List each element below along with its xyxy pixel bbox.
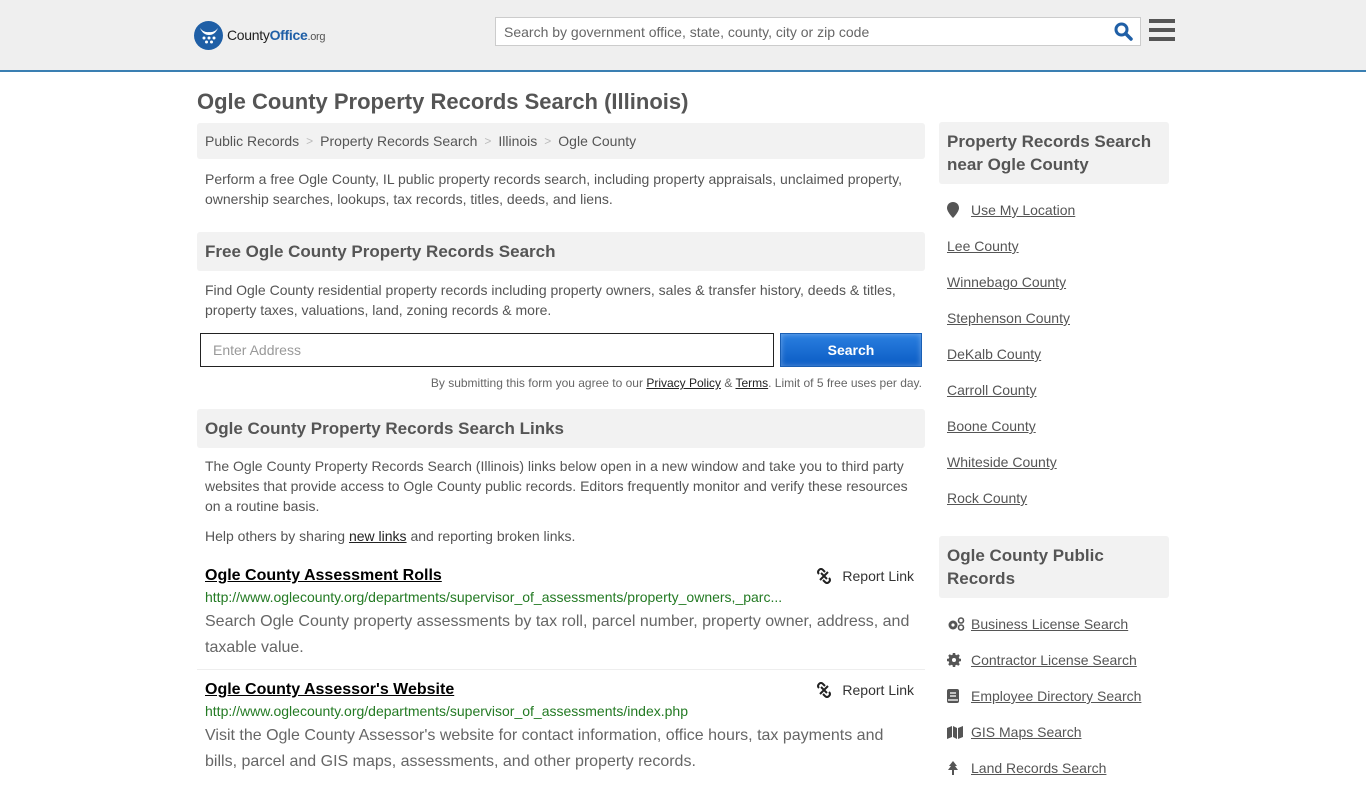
breadcrumb-separator: > <box>544 134 552 148</box>
site-search-input[interactable] <box>496 18 1106 45</box>
county-link-rock[interactable]: Rock County <box>947 490 1027 506</box>
public-record-item: GIS Maps Search <box>947 714 1161 750</box>
nearby-county-item: Stephenson County <box>947 300 1161 336</box>
nearby-county-item: Lee County <box>947 228 1161 264</box>
hamburger-menu-icon[interactable] <box>1149 19 1175 43</box>
privacy-policy-link[interactable]: Privacy Policy <box>646 376 721 390</box>
report-link-button[interactable]: Report Link <box>816 682 917 698</box>
resource-link-title[interactable]: Ogle County Assessment Rolls <box>205 567 442 585</box>
logo-text-org: .org <box>307 31 326 43</box>
free-search-heading: Free Ogle County Property Records Search <box>197 232 925 271</box>
breadcrumb-illinois[interactable]: Illinois <box>498 133 537 149</box>
intro-text: Perform a free Ogle County, IL public pr… <box>205 171 902 207</box>
nearby-county-item: Whiteside County <box>947 444 1161 480</box>
address-search-form: Search <box>197 333 925 367</box>
breadcrumb-separator: > <box>484 134 492 148</box>
breadcrumb-property-records-search[interactable]: Property Records Search <box>320 133 477 149</box>
site-search-button[interactable] <box>1106 18 1140 45</box>
use-my-location-link[interactable]: Use My Location <box>971 202 1075 218</box>
nearby-heading: Property Records Search near Ogle County <box>939 122 1169 184</box>
nearby-county-item: Winnebago County <box>947 264 1161 300</box>
report-link-button[interactable]: Report Link <box>816 568 917 584</box>
county-link-winnebago[interactable]: Winnebago County <box>947 274 1066 290</box>
breadcrumb-separator: > <box>306 134 314 148</box>
main-content: Ogle County Property Records Search (Ill… <box>197 72 925 775</box>
terms-prefix: By submitting this form you agree to our <box>430 376 647 390</box>
nearby-county-item: Boone County <box>947 408 1161 444</box>
resource-link-description: Visit the Ogle County Assessor's website… <box>205 727 884 770</box>
free-search-description: Find Ogle County residential property re… <box>205 282 896 318</box>
eagle-logo-icon <box>194 20 223 50</box>
logo-link[interactable]: CountyOffice.org <box>194 20 326 50</box>
terms-notice: By submitting this form you agree to our… <box>197 376 925 390</box>
county-link-lee[interactable]: Lee County <box>947 238 1019 254</box>
county-link-carroll[interactable]: Carroll County <box>947 382 1036 398</box>
public-record-item: Contractor License Search <box>947 642 1161 678</box>
contractor-license-search-link[interactable]: Contractor License Search <box>971 652 1137 668</box>
cogs-icon <box>947 617 971 631</box>
address-search-button[interactable]: Search <box>780 333 922 367</box>
links-section-description: The Ogle County Property Records Search … <box>205 458 908 514</box>
resource-link-item: Ogle County Assessor's Website Report Li… <box>197 679 925 775</box>
gis-maps-search-link[interactable]: GIS Maps Search <box>971 724 1082 740</box>
county-link-boone[interactable]: Boone County <box>947 418 1036 434</box>
sidebar: Property Records Search near Ogle County… <box>939 122 1169 786</box>
help-suffix: and reporting broken links. <box>406 528 576 544</box>
site-search-bar <box>495 17 1141 46</box>
resource-link-url: http://www.oglecounty.org/departments/su… <box>205 589 783 605</box>
nearby-county-item: Rock County <box>947 480 1161 516</box>
public-records-heading: Ogle County Public Records <box>939 536 1169 598</box>
logo-text: CountyOffice.org <box>227 27 326 43</box>
public-records-list: Business License Search Contractor Licen… <box>939 598 1169 786</box>
nearby-county-item: Carroll County <box>947 372 1161 408</box>
broken-link-icon <box>817 568 832 584</box>
public-record-item: Land Records Search <box>947 750 1161 786</box>
terms-suffix: . Limit of 5 free uses per day. <box>768 376 922 390</box>
use-my-location-item: Use My Location <box>947 192 1161 228</box>
resource-link-title[interactable]: Ogle County Assessor's Website <box>205 681 454 699</box>
resource-link-item: Ogle County Assessment Rolls Report Link… <box>197 565 925 661</box>
map-icon <box>947 725 971 739</box>
search-icon <box>1114 22 1133 41</box>
help-prefix: Help others by sharing <box>205 528 349 544</box>
report-link-label: Report Link <box>842 682 914 698</box>
employee-directory-search-link[interactable]: Employee Directory Search <box>971 688 1141 704</box>
logo-text-county: County <box>227 27 270 43</box>
breadcrumb-ogle-county[interactable]: Ogle County <box>558 133 636 149</box>
breadcrumb: Public Records > Property Records Search… <box>197 123 925 159</box>
new-links-link[interactable]: new links <box>349 528 407 544</box>
county-link-whiteside[interactable]: Whiteside County <box>947 454 1057 470</box>
terms-link[interactable]: Terms <box>735 376 768 390</box>
county-link-stephenson[interactable]: Stephenson County <box>947 310 1070 326</box>
book-icon <box>947 689 971 703</box>
terms-amp: & <box>721 376 736 390</box>
site-header: CountyOffice.org <box>0 0 1366 72</box>
tree-icon <box>947 761 971 775</box>
address-input[interactable] <box>200 333 774 367</box>
land-records-search-link[interactable]: Land Records Search <box>971 760 1106 776</box>
nearby-county-item: DeKalb County <box>947 336 1161 372</box>
resource-link-description: Search Ogle County property assessments … <box>205 613 910 656</box>
map-marker-icon <box>947 202 971 218</box>
page-title: Ogle County Property Records Search (Ill… <box>197 89 689 114</box>
nearby-list: Use My Location Lee County Winnebago Cou… <box>939 184 1169 516</box>
resource-link-url: http://www.oglecounty.org/departments/su… <box>205 703 688 719</box>
divider <box>197 669 925 670</box>
public-record-item: Employee Directory Search <box>947 678 1161 714</box>
help-text: Help others by sharing new links and rep… <box>197 526 925 546</box>
business-license-search-link[interactable]: Business License Search <box>971 616 1128 632</box>
report-link-label: Report Link <box>842 568 914 584</box>
breadcrumb-public-records[interactable]: Public Records <box>205 133 299 149</box>
gear-icon <box>947 653 971 667</box>
logo-text-office: Office <box>269 27 308 43</box>
county-link-dekalb[interactable]: DeKalb County <box>947 346 1041 362</box>
broken-link-icon <box>817 682 832 698</box>
public-record-item: Business License Search <box>947 606 1161 642</box>
links-section-heading: Ogle County Property Records Search Link… <box>197 409 925 448</box>
